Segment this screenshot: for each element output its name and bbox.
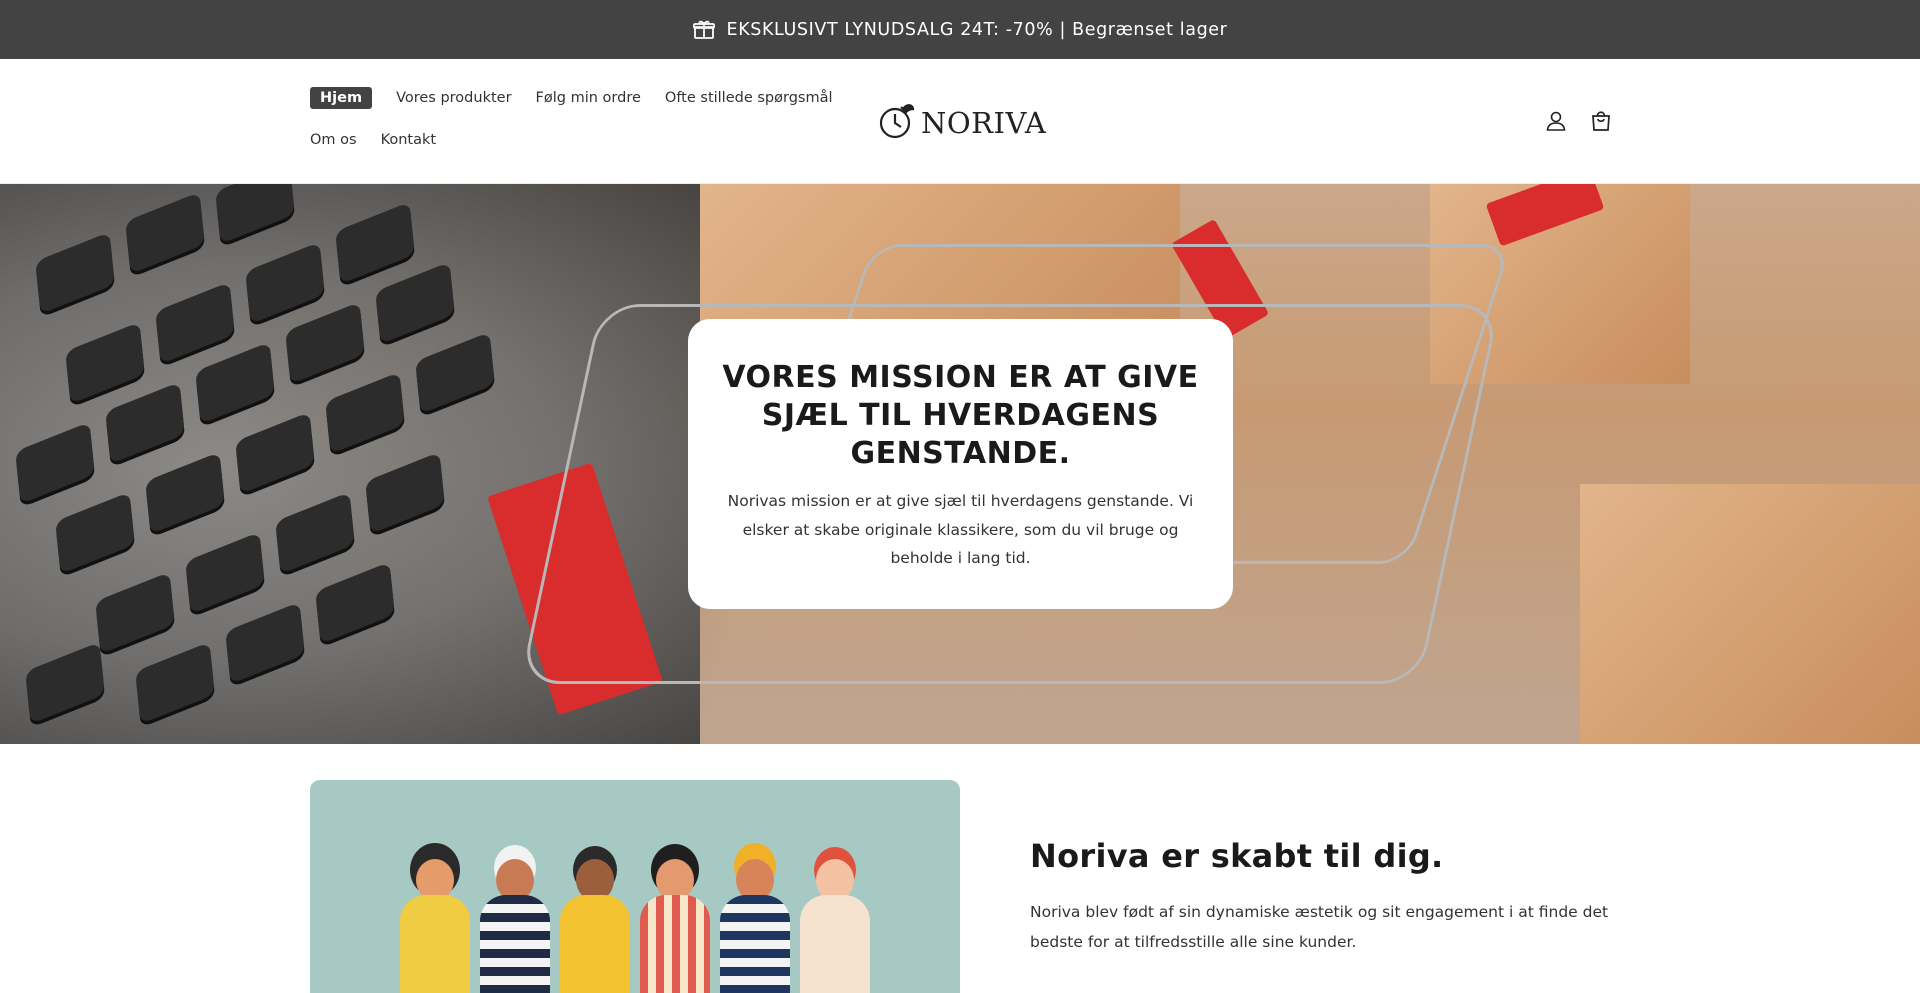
announcement-bar: EKSKLUSIVT LYNUDSALG 24T: -70% | Begræns… xyxy=(0,0,1920,59)
nav-item-hjem[interactable]: Hjem xyxy=(310,87,373,109)
nav-item-kontakt[interactable]: Kontakt xyxy=(381,129,437,151)
clock-leaf-icon xyxy=(877,101,917,145)
hero-title: VORES MISSION ER AT GIVE SJÆL TIL HVERDA… xyxy=(722,360,1199,471)
nav-item-folg-min-ordre[interactable]: Følg min ordre xyxy=(536,87,641,109)
hero-text: Norivas mission er at give sjæl til hver… xyxy=(727,492,1194,567)
nav-item-om-os[interactable]: Om os xyxy=(310,129,357,151)
site-logo[interactable]: NORIVA xyxy=(877,101,1046,145)
people-illustration xyxy=(310,780,960,993)
gift-box-icon xyxy=(692,20,715,40)
hero-card: VORES MISSION ER AT GIVE SJÆL TIL HVERDA… xyxy=(688,319,1233,609)
about-text: Noriva blev født af sin dynamiske æsteti… xyxy=(1030,903,1609,951)
account-icon[interactable] xyxy=(1544,109,1568,133)
cardboard-box-image xyxy=(1580,484,1920,744)
nav-item-vores-produkter[interactable]: Vores produkter xyxy=(396,87,511,109)
hero-banner: VORES MISSION ER AT GIVE SJÆL TIL HVERDA… xyxy=(0,184,1920,744)
about-title: Noriva er skabt til dig. xyxy=(1030,837,1444,875)
nav-item-faq[interactable]: Ofte stillede spørgsmål xyxy=(665,87,833,109)
header-actions xyxy=(1544,109,1613,133)
main-nav: Hjem Vores produkter Følg min ordre Ofte… xyxy=(310,87,870,151)
logo-text: NORIVA xyxy=(921,106,1047,140)
announcement-text: EKSKLUSIVT LYNUDSALG 24T: -70% | Begræns… xyxy=(726,19,1228,40)
cart-icon[interactable] xyxy=(1589,109,1613,133)
site-header: Hjem Vores produkter Følg min ordre Ofte… xyxy=(0,59,1920,184)
